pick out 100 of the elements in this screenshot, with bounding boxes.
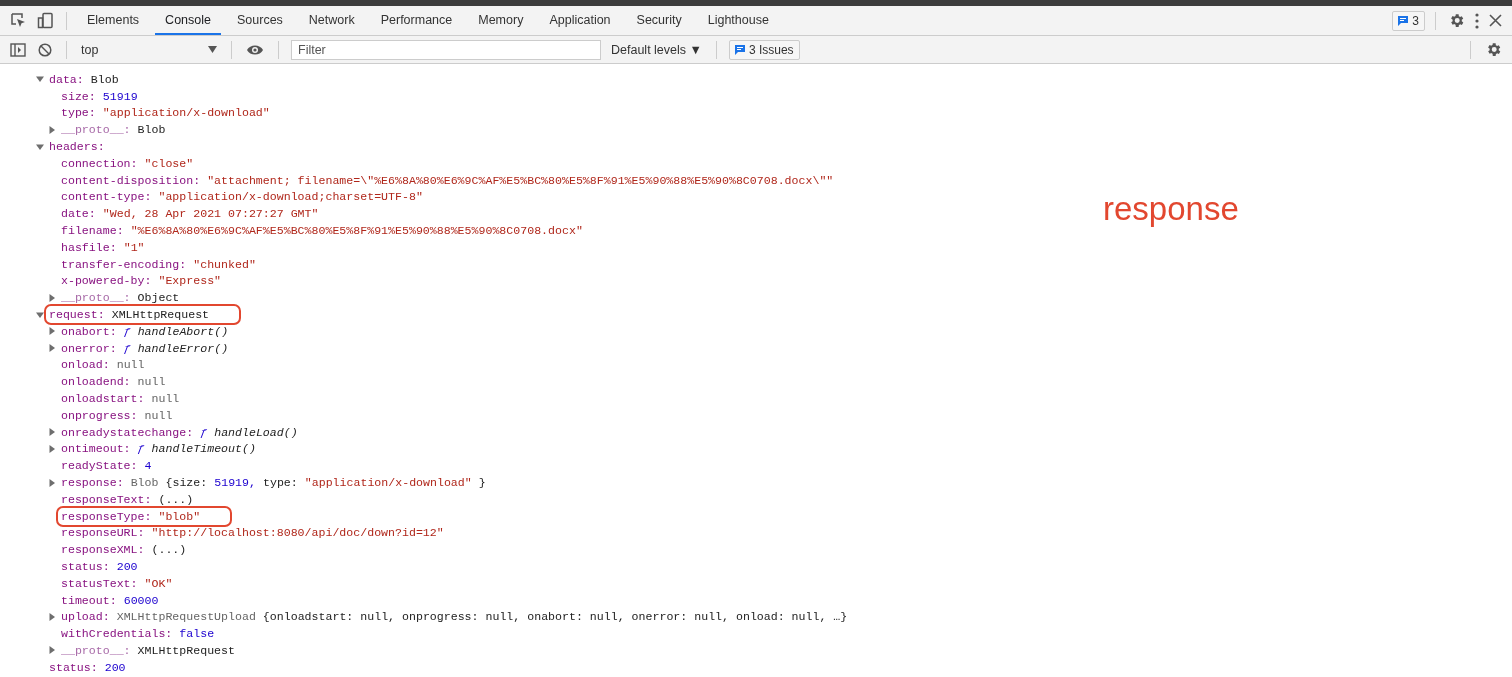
property-key: x-powered-by: <box>61 274 152 288</box>
filter-field[interactable]: Filter <box>291 39 601 60</box>
property-key: onabort: <box>61 324 117 338</box>
message-icon <box>734 44 745 55</box>
property-key: onerror: <box>61 341 117 355</box>
property-key: connection: <box>61 156 138 170</box>
property-key: ontimeout: <box>61 442 131 456</box>
property-value: Object <box>137 291 180 305</box>
property-key: date: <box>61 207 96 221</box>
property-value: XMLHttpRequest <box>137 644 235 657</box>
property-value: 200 <box>116 560 138 573</box>
property-value: "chunked" <box>193 257 256 271</box>
property-value: "application/x-download;charset=UTF-8" <box>158 190 423 204</box>
property-key: filename: <box>61 224 124 238</box>
property-key: upload: <box>61 610 110 624</box>
property-value: XMLHttpRequestUpload <box>116 610 256 624</box>
issues-badge[interactable]: 3 <box>1392 10 1425 31</box>
property-key: data: <box>49 72 84 86</box>
property-key: responseType: <box>61 509 152 523</box>
panel-tab[interactable]: Network <box>298 6 365 35</box>
property-key: __proto__: <box>61 291 131 305</box>
annotation-label: response <box>1103 190 1239 228</box>
sidebar-toggle-icon[interactable] <box>8 40 28 59</box>
property-key: readyState: <box>61 459 138 473</box>
property-key: onload: <box>61 358 110 372</box>
device-icon[interactable] <box>35 10 56 31</box>
property-key: onreadystatechange: <box>61 425 194 439</box>
panel-tab[interactable]: Lighthouse <box>697 6 779 35</box>
property-key: content-type: <box>61 190 152 204</box>
property-key: statusText: <box>61 576 138 590</box>
property-value: "%E6%8A%80%E6%9C%AF%E5%BC%80%E5%8F%91%E5%90%88%E5%90%8C0708.docx" <box>130 224 583 238</box>
property-key: content-disposition: <box>61 173 201 187</box>
dropdown-caret-icon <box>208 46 217 53</box>
property-value: handleAbort() <box>137 324 229 338</box>
panel-tab[interactable]: Performance <box>370 6 463 35</box>
property-key: responseXML: <box>61 543 145 557</box>
property-value: 200 <box>104 660 126 674</box>
property-value: ƒ <box>123 341 131 355</box>
property-value: {onloadstart: null, onprogress: null, onabort: null, onerror: null, onload: null, …} <box>262 610 848 624</box>
property-value: Blob <box>137 123 166 137</box>
property-key: request: <box>49 308 105 322</box>
property-value: XMLHttpRequest <box>111 308 210 322</box>
property-value: "OK" <box>144 576 173 590</box>
property-value: } <box>478 476 486 489</box>
message-icon <box>1398 15 1409 26</box>
context-select[interactable]: top <box>79 42 219 57</box>
property-key: type: <box>61 106 96 120</box>
property-key: status: <box>49 660 98 674</box>
property-key: onloadstart: <box>61 392 145 406</box>
property-value: "application/x-download" <box>102 106 270 120</box>
property-key: onloadend: <box>61 375 131 389</box>
property-value: "Express" <box>158 274 222 288</box>
panel-tab[interactable]: Elements <box>77 6 150 35</box>
property-value: null <box>144 408 173 422</box>
property-value: {size: <box>165 476 208 489</box>
property-key: withCredentials: <box>61 627 173 641</box>
property-value: (...) <box>151 543 187 557</box>
property-value: null <box>116 358 145 372</box>
property-value: "attachment; filename=\"%E6%8A%80%E6%9C%AF%E5%BC%80%E5%8F%91%E5%90%88%E5%90%8C0708.docx\"" <box>207 173 834 187</box>
property-key: size: <box>61 89 96 103</box>
property-value: null <box>151 392 180 406</box>
property-key: transfer-encoding: <box>61 257 187 271</box>
levels-dropdown[interactable]: Default levels ▼ <box>609 42 704 57</box>
property-value: "close" <box>144 156 194 170</box>
property-value: ƒ <box>123 324 131 338</box>
property-value: 4 <box>144 459 152 473</box>
property-value: "application/x-download" <box>304 476 472 489</box>
close-icon[interactable] <box>1487 12 1504 29</box>
property-value: "http://localhost:8080/api/doc/down?id=12" <box>151 526 444 540</box>
property-value: "blob" <box>158 509 201 523</box>
panel-tab[interactable]: Security <box>626 6 692 35</box>
property-value: 60000 <box>123 593 159 607</box>
panel-tab[interactable]: Memory <box>468 6 534 35</box>
property-value: type: <box>262 476 298 489</box>
panel-tab[interactable]: Sources <box>227 6 293 35</box>
property-key: headers: <box>49 140 105 154</box>
property-key: response: <box>61 476 124 489</box>
property-value: "1" <box>123 240 145 254</box>
property-key: responseText: <box>61 492 152 506</box>
property-key: __proto__: <box>61 123 131 137</box>
property-key: status: <box>61 560 110 573</box>
issues-button[interactable]: 3 Issues <box>728 39 800 60</box>
property-value: null <box>137 375 166 389</box>
property-value: ƒ <box>200 425 208 439</box>
property-key: hasfile: <box>61 240 117 254</box>
property-value: Blob <box>90 72 119 86</box>
property-value: Blob <box>130 476 159 489</box>
property-key: onprogress: <box>61 408 138 422</box>
property-key: __proto__: <box>61 644 131 657</box>
property-value: (...) <box>158 492 194 506</box>
property-key: timeout: <box>61 593 117 607</box>
property-value: 51919 <box>102 89 138 103</box>
property-value: ƒ <box>137 442 145 456</box>
panel-tab[interactable]: Application <box>539 6 621 35</box>
property-value: handleTimeout() <box>151 442 256 456</box>
property-value: 51919, <box>214 476 256 489</box>
property-value: handleLoad() <box>214 425 298 439</box>
property-value: handleError() <box>137 341 229 355</box>
property-value: false <box>179 627 215 641</box>
property-value: "Wed, 28 Apr 2021 07:27:27 GMT" <box>102 207 319 221</box>
